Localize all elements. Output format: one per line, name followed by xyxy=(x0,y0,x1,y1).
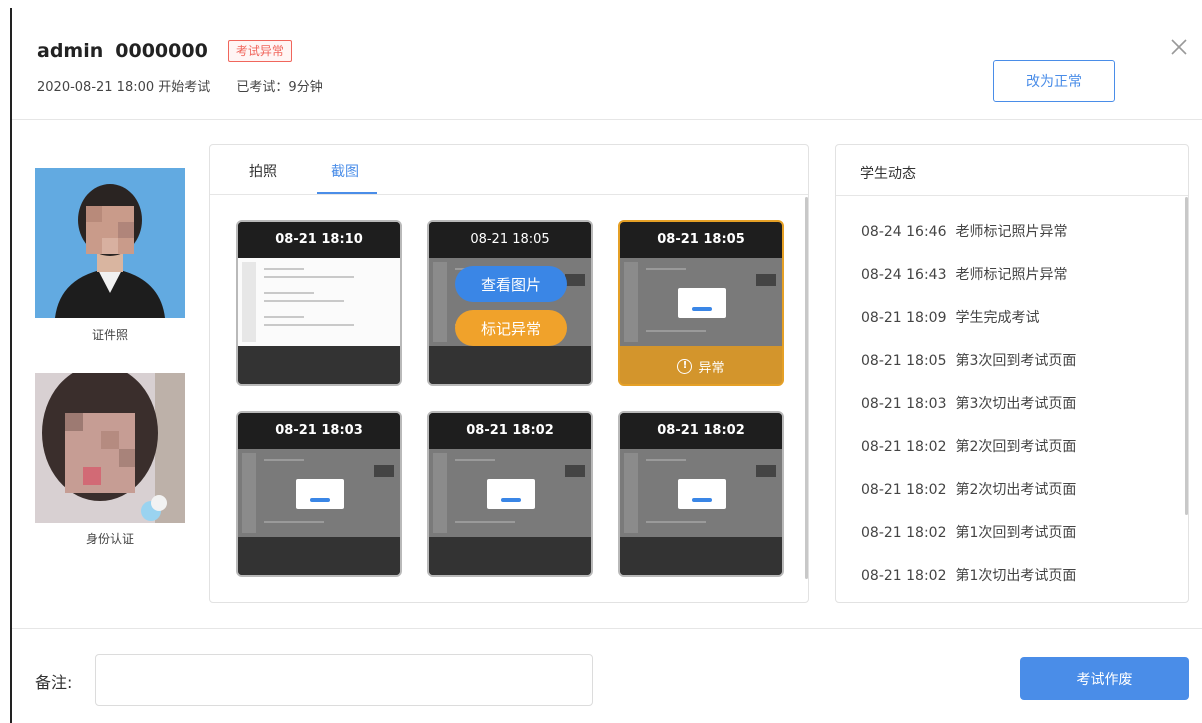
student-name: admin xyxy=(37,40,104,62)
note-input[interactable] xyxy=(95,654,593,706)
face-photo[interactable] xyxy=(35,373,185,523)
id-photo-caption: 证件照 xyxy=(91,328,128,342)
screenshot-image xyxy=(429,449,591,537)
thumb-time: 08-21 18:05 xyxy=(620,222,782,258)
activity-panel: 学生动态 08-24 16:46 老师标记照片异常 08-24 16:43 老师标记… xyxy=(835,144,1189,603)
start-time: 2020-08-21 18:00 开始考试 xyxy=(37,80,211,95)
thumb-time: 08-21 18:10 xyxy=(238,222,400,258)
footer-divider xyxy=(12,628,1202,629)
screenshot-image xyxy=(620,449,782,537)
screenshot-image xyxy=(620,258,782,346)
screenshot-thumb[interactable]: 08-21 18:10 xyxy=(236,220,402,386)
screenshot-thumb[interactable]: 08-21 18:02 xyxy=(618,411,784,577)
warning-icon: ! xyxy=(677,358,693,374)
tab-photo[interactable]: 拍照 xyxy=(249,161,277,181)
thumb-time: 08-21 18:02 xyxy=(620,413,782,449)
activity-item: 08-21 18:02 第1次回到考试页面 xyxy=(861,525,1077,541)
mark-abnormal-button[interactable]: 标记异常 xyxy=(455,310,567,346)
person-silhouette-icon xyxy=(35,168,185,318)
void-exam-button[interactable]: 考试作废 xyxy=(1020,657,1189,700)
activity-item: 08-21 18:05 第3次回到考试页面 xyxy=(861,353,1077,369)
activity-item: 08-21 18:09 学生完成考试 xyxy=(861,310,1040,326)
screenshot-image xyxy=(238,258,400,346)
screenshot-image xyxy=(238,449,400,537)
status-badge: 考试异常 xyxy=(227,40,292,62)
activity-list: 08-24 16:46 老师标记照片异常 08-24 16:43 老师标记照片异常 … xyxy=(861,221,1171,608)
activity-item: 08-21 18:02 第2次回到考试页面 xyxy=(861,439,1077,455)
capture-panel: 拍照 截图 08-21 18:10 08-21 18:05 查看图片 标记异常 … xyxy=(209,144,809,603)
activity-item: 08-21 18:02 第2次切出考试页面 xyxy=(861,482,1077,498)
abnormal-label: ! 异常 xyxy=(620,346,782,384)
activity-scrollbar[interactable] xyxy=(1185,197,1188,515)
capture-scrollbar[interactable] xyxy=(805,197,808,579)
face-photo-caption: 身份认证 xyxy=(85,532,134,546)
face-capture-image xyxy=(35,373,185,523)
note-label: 备注: xyxy=(35,673,73,692)
activity-item: 08-21 18:03 第3次切出考试页面 xyxy=(861,396,1077,412)
screenshot-thumb[interactable]: 08-21 18:02 xyxy=(427,411,593,577)
activity-item: 08-24 16:43 老师标记照片异常 xyxy=(861,267,1068,283)
id-photo[interactable] xyxy=(35,168,185,318)
header-title: admin 0000000 考试异常 xyxy=(37,40,292,62)
screenshot-thumb-abnormal[interactable]: 08-21 18:05 ! 异常 xyxy=(618,220,784,386)
exam-info: 2020-08-21 18:00 开始考试 已考试：9分钟 xyxy=(37,76,323,95)
activity-title: 学生动态 xyxy=(860,166,916,182)
elapsed-time: 已考试：9分钟 xyxy=(236,80,323,95)
active-tab-indicator xyxy=(317,192,377,194)
close-icon[interactable] xyxy=(1168,36,1190,58)
thumb-time: 08-21 18:02 xyxy=(429,413,591,449)
capture-tabs: 拍照 截图 xyxy=(210,145,808,195)
screenshot-thumb[interactable]: 08-21 18:03 xyxy=(236,411,402,577)
student-id: 0000000 xyxy=(115,40,208,62)
exam-detail-modal: admin 0000000 考试异常 2020-08-21 18:00 开始考试… xyxy=(12,0,1202,723)
screenshot-thumb[interactable]: 08-21 18:05 查看图片 标记异常 xyxy=(427,220,593,386)
tab-screenshot[interactable]: 截图 xyxy=(331,161,359,181)
thumb-time: 08-21 18:05 xyxy=(429,222,591,258)
view-image-button[interactable]: 查看图片 xyxy=(455,266,567,302)
header-divider xyxy=(12,119,1202,120)
thumb-time: 08-21 18:03 xyxy=(238,413,400,449)
mark-normal-button[interactable]: 改为正常 xyxy=(993,60,1115,102)
activity-item: 08-24 16:46 老师标记照片异常 xyxy=(861,224,1068,240)
activity-item: 08-21 18:02 第1次切出考试页面 xyxy=(861,568,1077,584)
